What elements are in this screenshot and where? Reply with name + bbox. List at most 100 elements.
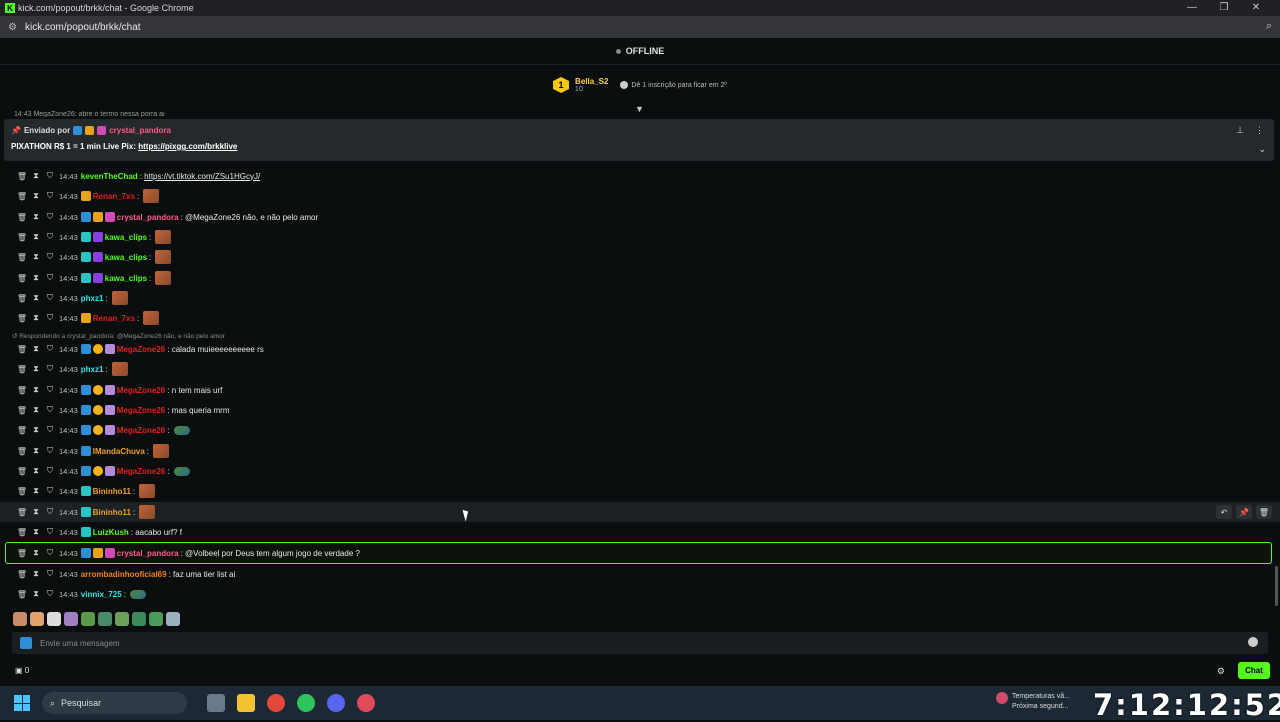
message-username[interactable]: Renan_7xs: [93, 192, 135, 201]
timeout-icon[interactable]: ⧗: [29, 507, 43, 517]
app-icon[interactable]: [357, 694, 375, 712]
chat-message-row[interactable]: 🗑 ⧗ ⛉ 14:43 arrombadinhooficial69: faz uma t…: [0, 564, 1280, 584]
emote-icon[interactable]: [13, 612, 27, 626]
emote-icon[interactable]: [166, 612, 180, 626]
more-options-icon[interactable]: ⋮: [1255, 125, 1264, 136]
chat-message-row[interactable]: 🗑 ⧗ ⛉ 14:43 Renan_7xs:: [0, 186, 1280, 206]
chat-message-row[interactable]: 🗑 ⧗ ⛉ 14:43 MegaZone26: mas queria mrm: [0, 400, 1280, 420]
delete-icon[interactable]: 🗑: [15, 192, 29, 201]
message-username[interactable]: vinnix_725: [81, 590, 122, 599]
ban-shield-icon[interactable]: ⛉: [43, 212, 57, 222]
chat-scrollbar[interactable]: [1275, 566, 1278, 606]
message-username[interactable]: kawa_clips: [105, 274, 147, 283]
delete-icon[interactable]: 🗑: [15, 213, 29, 222]
task-view-icon[interactable]: [207, 694, 225, 712]
message-username[interactable]: MegaZone26: [117, 426, 165, 435]
timeout-icon[interactable]: ⧗: [29, 273, 43, 283]
minimize-icon[interactable]: —: [1176, 0, 1208, 16]
emote-icon[interactable]: [115, 612, 129, 626]
message-username[interactable]: Bininho11: [93, 487, 131, 496]
delete-icon[interactable]: 🗑: [15, 294, 29, 303]
gift-leaderboard[interactable]: 1 Bella_S2 10 Dê 1 inscrição para ficar …: [0, 65, 1280, 105]
ban-shield-icon[interactable]: ⛉: [43, 364, 57, 374]
chat-message-row[interactable]: 🗑 ⧗ ⛉ 14:43 MegaZone26:: [0, 420, 1280, 440]
delete-icon[interactable]: 🗑: [15, 570, 29, 579]
delete-icon[interactable]: 🗑: [15, 314, 29, 323]
delete-icon[interactable]: 🗑: [15, 590, 29, 599]
emote-icon[interactable]: [64, 612, 78, 626]
chat-message-row[interactable]: 🗑 ⧗ ⛉ 14:43 crystal_pandora: @MegaZone26 não…: [0, 207, 1280, 227]
ban-shield-icon[interactable]: ⛉: [43, 425, 57, 435]
message-username[interactable]: MegaZone26: [117, 345, 165, 354]
timeout-icon[interactable]: ⧗: [29, 364, 43, 374]
timeout-icon[interactable]: ⧗: [29, 446, 43, 456]
timeout-icon[interactable]: ⧗: [29, 212, 43, 222]
chat-message-row[interactable]: 🗑 ⧗ ⛉ 14:43 kawa_clips:: [0, 247, 1280, 267]
delete-icon[interactable]: 🗑: [15, 467, 29, 476]
chat-message-row[interactable]: 🗑 ⧗ ⛉ 14:43 Bininho11: ↶ 📌 🗑: [0, 502, 1280, 522]
timeout-icon[interactable]: ⧗: [29, 425, 43, 435]
timeout-icon[interactable]: ⧗: [29, 191, 43, 201]
weather-widget[interactable]: Temperaturas vã... Próxima segund...: [996, 692, 1070, 712]
message-username[interactable]: crystal_pandora: [117, 213, 179, 222]
ban-shield-icon[interactable]: ⛉: [43, 313, 57, 323]
chat-message-row[interactable]: 🗑 ⧗ ⛉ 14:43 MegaZone26: calada muieeeeeeeeee…: [0, 339, 1280, 359]
delete-icon[interactable]: 🗑: [15, 528, 29, 537]
delete-icon[interactable]: 🗑: [15, 386, 29, 395]
chat-message-row[interactable]: 🗑 ⧗ ⛉ 14:43 MegaZone26: n tem mais urf: [0, 380, 1280, 400]
reply-icon[interactable]: ↶: [1216, 505, 1232, 519]
delete-icon[interactable]: 🗑: [15, 253, 29, 262]
url-text[interactable]: kick.com/popout/brkk/chat: [25, 22, 141, 33]
pinned-link[interactable]: https://pixgg.com/brkklive: [138, 142, 237, 151]
delete-icon[interactable]: 🗑: [15, 549, 29, 558]
unpin-icon[interactable]: ⊥: [1236, 125, 1244, 136]
message-username[interactable]: Bininho11: [93, 508, 131, 517]
timeout-icon[interactable]: ⧗: [29, 569, 43, 579]
collapse-chevron-icon[interactable]: ▼: [635, 104, 644, 114]
message-input[interactable]: Envie uma mensagem: [12, 632, 1268, 654]
ban-shield-icon[interactable]: ⛉: [43, 385, 57, 395]
emote-icon[interactable]: [47, 612, 61, 626]
chat-send-button[interactable]: Chat: [1238, 662, 1270, 679]
emote-icon[interactable]: [132, 612, 146, 626]
message-username[interactable]: IMandaChuva: [93, 447, 145, 456]
pinned-user[interactable]: crystal_pandora: [109, 126, 171, 135]
timeout-icon[interactable]: ⧗: [29, 344, 43, 354]
zoom-search-icon[interactable]: ⌕: [1266, 20, 1272, 33]
ban-shield-icon[interactable]: ⛉: [43, 273, 57, 283]
timeout-icon[interactable]: ⧗: [29, 405, 43, 415]
ban-shield-icon[interactable]: ⛉: [43, 548, 57, 558]
delete-icon[interactable]: 🗑: [15, 233, 29, 242]
emote-icon[interactable]: [149, 612, 163, 626]
chat-message-row[interactable]: 🗑 ⧗ ⛉ 14:43 MegaZone26:: [0, 461, 1280, 481]
message-username[interactable]: kawa_clips: [105, 233, 147, 242]
message-username[interactable]: MegaZone26: [117, 467, 165, 476]
pin-message-icon[interactable]: 📌: [1236, 505, 1252, 519]
delete-icon[interactable]: 🗑: [15, 365, 29, 374]
ban-shield-icon[interactable]: ⛉: [43, 507, 57, 517]
timeout-icon[interactable]: ⧗: [29, 589, 43, 599]
chat-message-row[interactable]: 🗑 ⧗ ⛉ 14:43 Renan_7xs:: [0, 308, 1280, 328]
message-link[interactable]: https://vt.tiktok.com/ZSu1HGcyJ/: [144, 172, 260, 181]
whatsapp-icon[interactable]: [297, 694, 315, 712]
chat-message-row[interactable]: 🗑 ⧗ ⛉ 14:43 LuizKush: aacabo urf? f: [0, 522, 1280, 542]
channel-points[interactable]: ▣ 0: [15, 666, 29, 675]
chat-message-row[interactable]: 🗑 ⧗ ⛉ 14:43 kawa_clips:: [0, 268, 1280, 288]
ban-shield-icon[interactable]: ⛉: [43, 486, 57, 496]
message-username[interactable]: MegaZone26: [117, 406, 165, 415]
chat-message-row[interactable]: 🗑 ⧗ ⛉ 14:43 crystal_pandora: @Volbeel por De…: [5, 542, 1272, 564]
ban-shield-icon[interactable]: ⛉: [43, 446, 57, 456]
delete-icon[interactable]: 🗑: [15, 487, 29, 496]
close-icon[interactable]: ✕: [1240, 0, 1272, 16]
delete-icon[interactable]: 🗑: [15, 172, 29, 181]
ban-shield-icon[interactable]: ⛉: [43, 232, 57, 242]
site-settings-icon[interactable]: ⚙: [8, 22, 17, 33]
chat-message-row[interactable]: 🗑 ⧗ ⛉ 14:43 phxz1:: [0, 288, 1280, 308]
ban-shield-icon[interactable]: ⛉: [43, 405, 57, 415]
emote-icon[interactable]: [98, 612, 112, 626]
message-username[interactable]: phxz1: [81, 365, 104, 374]
ban-shield-icon[interactable]: ⛉: [43, 344, 57, 354]
timeout-icon[interactable]: ⧗: [29, 527, 43, 537]
chat-message-row[interactable]: 🗑 ⧗ ⛉ 14:43 kawa_clips:: [0, 227, 1280, 247]
expand-chevron-icon[interactable]: ⌄: [1258, 144, 1266, 155]
